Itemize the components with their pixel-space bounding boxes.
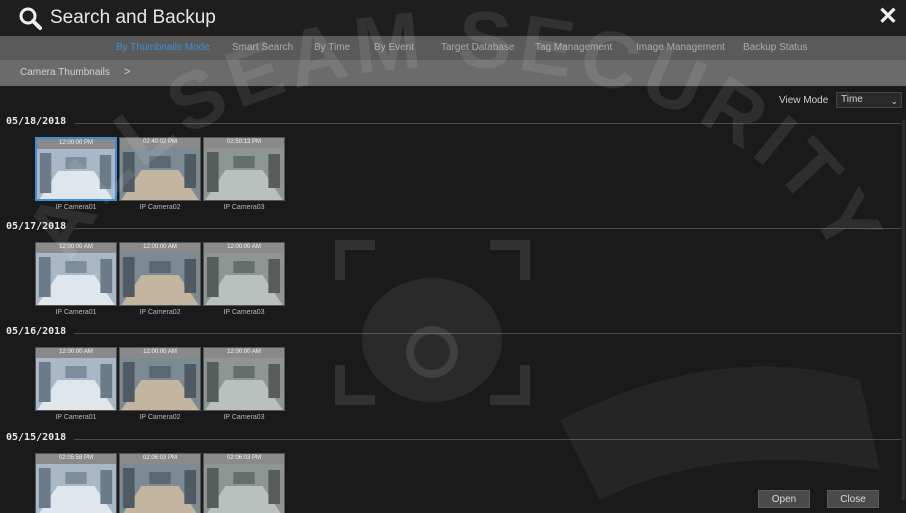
close-icon[interactable]: ✕ [878,5,898,29]
divider [74,123,901,124]
camera-thumbnail[interactable]: 12:00:00 AM [35,242,117,306]
camera-name-label: IP Camera02 [139,204,181,211]
thumbnail-timestamp: 12:00:00 PM [58,140,94,146]
camera-thumbnail[interactable]: 12:00:00 AM [119,347,201,411]
chevron-down-icon: ⌄ [890,96,898,106]
search-icon [19,7,42,30]
thumbnail-timestamp: 12:00:00 AM [59,244,93,250]
view-mode-value: Time [841,94,863,105]
camera-name-label: IP Camera01 [55,414,97,421]
view-mode-select[interactable]: Time ⌄ [836,92,902,108]
thumbnail-image [37,149,115,199]
tab-by-thumbnails-mode[interactable]: By Thumbnails Mode [116,42,210,53]
tab-tag-management[interactable]: Tag Management [535,42,612,53]
date-label: 05/18/2018 [6,116,67,127]
thumbnail-timestamp: 12:00:00 AM [143,349,177,355]
camera-thumbnail[interactable]: 02:06:03 PM [203,453,285,513]
camera-name-label: IP Camera03 [223,204,265,211]
camera-thumbnail[interactable]: 12:00:00 AM [35,347,117,411]
thumbnail-image [120,148,200,200]
camera-thumbnail[interactable]: 02:50:13 PM [203,137,285,201]
camera-name-label: IP Camera03 [223,309,265,316]
date-group-header: 05/15/2018 [6,432,901,446]
thumbnail-timestamp: 12:00:00 AM [227,244,261,250]
view-mode-label: View Mode [779,95,829,106]
thumbnail-image [120,358,200,410]
thumbnail-timestamp: 12:00:00 AM [143,244,177,250]
date-label: 05/17/2018 [6,221,67,232]
thumbnail-timestamp: 02:50:13 PM [226,139,262,145]
camera-thumbnail[interactable]: 02:06:03 PM [119,453,201,513]
thumbnail-timestamp: 02:05:58 PM [58,455,94,461]
camera-thumbnail[interactable]: 12:00:00 AM [203,242,285,306]
date-group-header: 05/17/2018 [6,221,901,235]
breadcrumb-item-camera-thumbnails[interactable]: Camera Thumbnails [20,67,110,78]
date-label: 05/16/2018 [6,326,67,337]
thumbnail-image [120,464,200,513]
tab-backup-status[interactable]: Backup Status [743,42,807,53]
thumbnail-image [204,358,284,410]
thumbnail-image [120,253,200,305]
thumbnail-image [36,464,116,513]
camera-thumbnail[interactable]: 02:40:02 PM [119,137,201,201]
title-bar: Search and Backup ✕ [0,0,906,36]
divider [74,439,901,440]
date-group-header: 05/18/2018 [6,116,901,130]
tab-image-management[interactable]: Image Management [636,42,725,53]
thumbnail-image [36,253,116,305]
thumbnail-timestamp: 12:00:00 AM [59,349,93,355]
open-button[interactable]: Open [758,490,810,508]
thumbnail-image [204,148,284,200]
date-label: 05/15/2018 [6,432,67,443]
thumbnail-image [204,253,284,305]
thumbnail-timestamp: 12:00:00 AM [227,349,261,355]
camera-name-label: IP Camera02 [139,414,181,421]
divider [74,333,901,334]
camera-thumbnail[interactable]: 02:05:58 PM [35,453,117,513]
breadcrumb: Camera Thumbnails > [0,60,906,86]
camera-name-label: IP Camera02 [139,309,181,316]
breadcrumb-separator: > [124,66,131,78]
divider [74,228,901,229]
thumbnail-panel: View Mode Time ⌄ 05/18/2018 12:00:00 PM IP… [0,86,906,513]
camera-thumbnail[interactable]: 12:00:00 AM [119,242,201,306]
thumbnail-image [204,464,284,513]
date-group-header: 05/16/2018 [6,326,901,340]
camera-name-label: IP Camera03 [223,414,265,421]
close-button[interactable]: Close [827,490,879,508]
camera-thumbnail[interactable]: 12:00:00 PM [35,137,117,201]
thumbnail-image [36,358,116,410]
camera-name-label: IP Camera01 [55,309,97,316]
camera-thumbnail[interactable]: 12:00:00 AM [203,347,285,411]
thumbnail-timestamp: 02:06:03 PM [226,455,262,461]
tab-smart-search[interactable]: Smart Search [232,42,293,53]
thumbnail-timestamp: 02:40:02 PM [142,139,178,145]
tab-by-event[interactable]: By Event [374,42,414,53]
tab-bar: By Thumbnails Mode Smart Search By Time … [0,36,906,60]
tab-target-database[interactable]: Target Database [441,42,514,53]
scrollbar[interactable] [902,120,905,500]
camera-name-label: IP Camera01 [55,204,97,211]
window-title: Search and Backup [50,7,216,28]
thumbnail-timestamp: 02:06:03 PM [142,455,178,461]
tab-by-time[interactable]: By Time [314,42,350,53]
